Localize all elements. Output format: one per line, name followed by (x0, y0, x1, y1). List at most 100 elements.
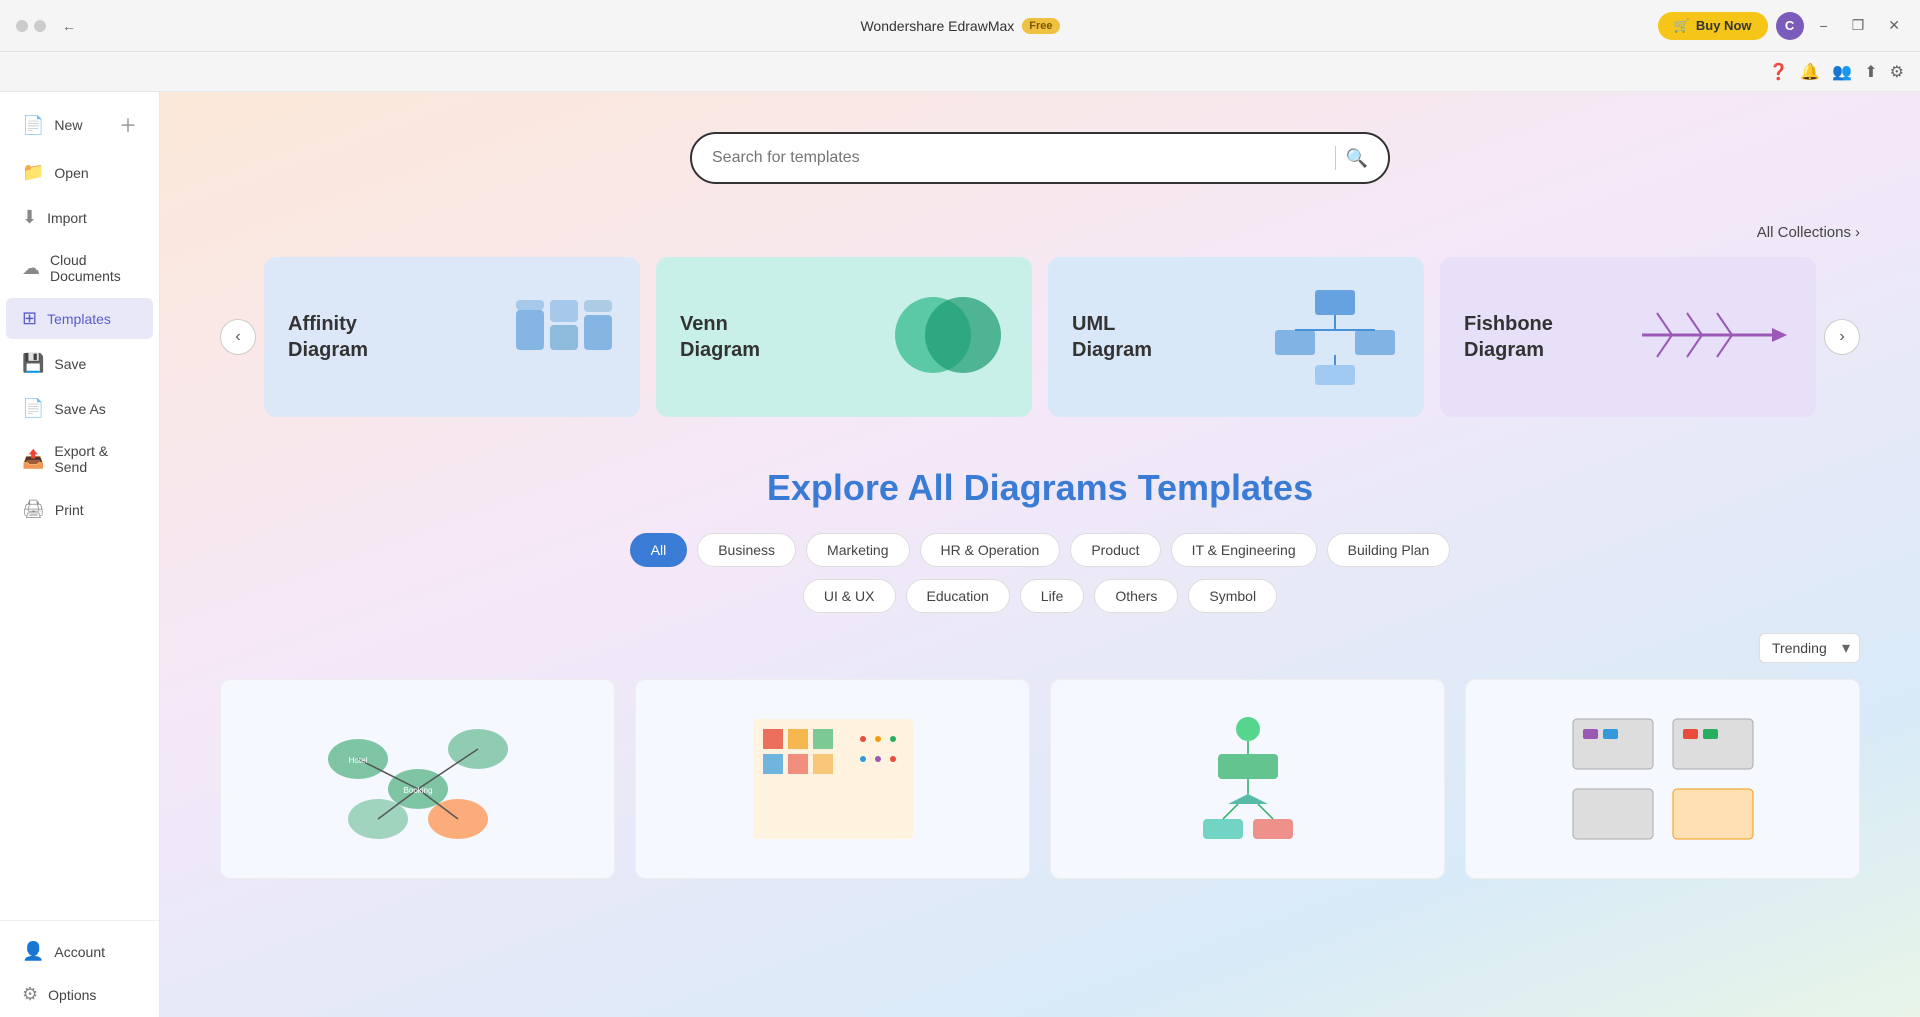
save-icon: 💾 (22, 353, 44, 374)
venn-label: VennDiagram (680, 311, 760, 363)
template-card-er[interactable]: Hotel Booking (220, 679, 615, 879)
sidebar-item-export[interactable]: 📤 Export & Send (6, 433, 153, 485)
dot2 (34, 20, 46, 32)
sidebar-item-save-label: Save (54, 356, 86, 372)
print-icon: 🖨 (22, 499, 45, 520)
notification-icon[interactable]: 🔔 (1800, 62, 1820, 82)
filter-product[interactable]: Product (1070, 533, 1160, 567)
sidebar-item-import[interactable]: ⬇ Import (6, 197, 153, 238)
all-collections-button[interactable]: All Collections › (1757, 224, 1860, 241)
filter-business[interactable]: Business (697, 533, 796, 567)
window-dots (16, 20, 46, 32)
template-er-preview: Hotel Booking (221, 680, 614, 878)
trending-select[interactable]: Trending Newest Popular (1759, 633, 1860, 663)
dot1 (16, 20, 28, 32)
filter-building[interactable]: Building Plan (1327, 533, 1451, 567)
search-input[interactable] (712, 149, 1325, 167)
template-card-grid[interactable] (635, 679, 1030, 879)
filter-life[interactable]: Life (1020, 579, 1085, 613)
carousel-next-button[interactable]: › (1824, 319, 1860, 355)
minimize-button[interactable]: − (1812, 14, 1836, 38)
export-icon: 📤 (22, 449, 44, 470)
app-title: Wondershare EdrawMax (860, 18, 1014, 34)
sidebar-item-templates-label: Templates (47, 311, 111, 327)
sidebar: 📄 New ＋ 📁 Open ⬇ Import ☁ Cloud Document… (0, 92, 160, 1017)
content-inner: 🔍 All Collections › ‹ AffinityDiagram (160, 92, 1920, 1017)
filter-others[interactable]: Others (1094, 579, 1178, 613)
template-card-network[interactable] (1465, 679, 1860, 879)
filter-hr[interactable]: HR & Operation (920, 533, 1061, 567)
sidebar-item-export-label: Export & Send (54, 443, 137, 475)
options-icon: ⚙ (22, 984, 38, 1005)
svg-text:Hotel: Hotel (348, 756, 367, 765)
buy-now-button[interactable]: 🛒 Buy Now (1658, 12, 1768, 40)
fishbone-label: FishboneDiagram (1464, 311, 1553, 363)
titlebar-center: Wondershare EdrawMax Free (860, 18, 1059, 34)
sidebar-item-new[interactable]: 📄 New ＋ (6, 102, 153, 148)
sidebar-item-account-label: Account (54, 944, 105, 960)
filter-education[interactable]: Education (906, 579, 1010, 613)
search-container: 🔍 (220, 132, 1860, 184)
back-button[interactable]: ← (54, 14, 84, 38)
uml-label: UMLDiagram (1072, 311, 1152, 363)
explore-highlight: All Diagrams Templates (908, 467, 1313, 508)
template-card-flow[interactable] (1050, 679, 1445, 879)
search-icon[interactable]: 🔍 (1346, 148, 1368, 169)
sidebar-item-open[interactable]: 📁 Open (6, 152, 153, 193)
sidebar-item-save[interactable]: 💾 Save (6, 343, 153, 384)
upload-icon[interactable]: ⬆ (1864, 62, 1877, 82)
close-button[interactable]: ✕ (1880, 13, 1908, 38)
main-layout: 📄 New ＋ 📁 Open ⬇ Import ☁ Cloud Document… (0, 92, 1920, 1017)
sidebar-bottom: 👤 Account ⚙ Options (0, 920, 159, 1017)
sidebar-item-cloud[interactable]: ☁ Cloud Documents (6, 242, 153, 294)
titlebar-left: ← (16, 14, 84, 38)
filter-marketing[interactable]: Marketing (806, 533, 909, 567)
add-icon[interactable]: ＋ (119, 112, 137, 138)
filter-it[interactable]: IT & Engineering (1171, 533, 1317, 567)
carousel-items: AffinityDiagram (264, 257, 1816, 417)
trending-row: Trending Newest Popular (220, 633, 1860, 663)
carousel-card-venn[interactable]: VennDiagram (656, 257, 1032, 417)
buy-now-label: Buy Now (1696, 18, 1752, 33)
new-icon: 📄 (22, 115, 44, 136)
content-area: 🔍 All Collections › ‹ AffinityDiagram (160, 92, 1920, 1017)
filter-symbol[interactable]: Symbol (1188, 579, 1277, 613)
settings-icon[interactable]: ⚙ (1890, 62, 1904, 82)
filter-row-1: All Business Marketing HR & Operation Pr… (220, 533, 1860, 567)
uml-illustration (1270, 280, 1400, 395)
carousel-card-uml[interactable]: UMLDiagram (1048, 257, 1424, 417)
trending-wrapper: Trending Newest Popular (1759, 633, 1860, 663)
template-grid: Hotel Booking (220, 679, 1860, 879)
template-net-preview (1466, 680, 1859, 878)
template-flow-preview (1051, 680, 1444, 878)
carousel-card-fishbone[interactable]: FishboneDiagram (1440, 257, 1816, 417)
svg-text:Booking: Booking (403, 786, 432, 795)
titlebar-right: 🛒 Buy Now C − ❐ ✕ (1658, 12, 1908, 40)
affinity-label: AffinityDiagram (288, 311, 368, 363)
collections-link: All Collections › (220, 224, 1860, 241)
carousel-card-affinity[interactable]: AffinityDiagram (264, 257, 640, 417)
venn-illustration (888, 280, 1008, 395)
user-initial: C (1785, 18, 1794, 33)
explore-prefix: Explore (767, 467, 908, 508)
maximize-button[interactable]: ❐ (1844, 13, 1873, 38)
templates-icon: ⊞ (22, 308, 37, 329)
user-avatar[interactable]: C (1776, 12, 1804, 40)
team-icon[interactable]: 👥 (1832, 62, 1852, 82)
sidebar-item-print-label: Print (55, 502, 84, 518)
sidebar-item-options[interactable]: ⚙ Options (6, 974, 153, 1015)
filter-all[interactable]: All (630, 533, 688, 567)
sidebar-item-templates[interactable]: ⊞ Templates (6, 298, 153, 339)
carousel-prev-button[interactable]: ‹ (220, 319, 256, 355)
sidebar-item-saveas[interactable]: 📄 Save As (6, 388, 153, 429)
titlebar: ← Wondershare EdrawMax Free 🛒 Buy Now C … (0, 0, 1920, 52)
explore-section: Explore All Diagrams Templates All Busin… (220, 467, 1860, 879)
all-collections-label: All Collections (1757, 224, 1851, 241)
sidebar-item-account[interactable]: 👤 Account (6, 931, 153, 972)
help-icon[interactable]: ❓ (1768, 62, 1788, 82)
sidebar-item-saveas-label: Save As (54, 401, 105, 417)
toolbar2: ❓ 🔔 👥 ⬆ ⚙ (0, 52, 1920, 92)
sidebar-item-print[interactable]: 🖨 Print (6, 489, 153, 530)
filter-uiux[interactable]: UI & UX (803, 579, 896, 613)
open-icon: 📁 (22, 162, 44, 183)
